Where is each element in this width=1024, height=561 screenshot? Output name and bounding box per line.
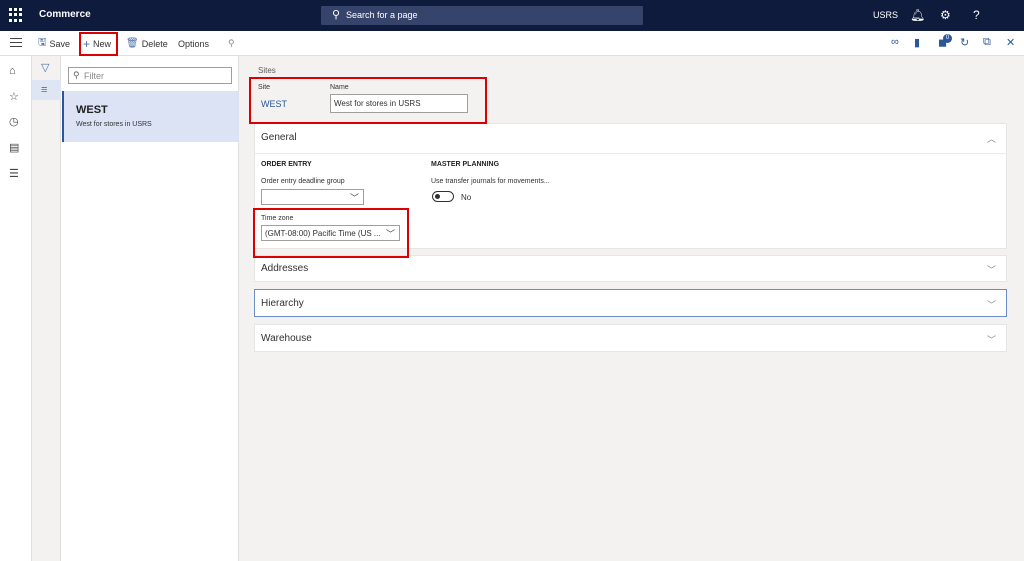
chevron-down-icon: ﹀ xyxy=(349,193,359,203)
close-icon[interactable]: ✕ xyxy=(1006,36,1015,49)
search-box[interactable]: ⚲ Search for a page xyxy=(321,6,643,25)
highlight-time-zone xyxy=(253,208,409,258)
workspace-icon[interactable]: ▤ xyxy=(9,141,19,154)
highlight-site-header xyxy=(249,77,487,124)
order-entry-heading: ORDER ENTRY xyxy=(261,161,312,168)
link-icon[interactable]: ∞ xyxy=(891,36,899,48)
general-divider xyxy=(255,153,1006,154)
save-button[interactable]: 🖫 Save xyxy=(38,31,70,56)
chevron-down-icon: ﹀ xyxy=(986,335,996,345)
options-label: Options xyxy=(178,38,210,49)
open-new-window-icon[interactable]: ⧉ xyxy=(983,36,991,49)
help-icon[interactable]: ? xyxy=(973,7,980,23)
transfer-journals-toggle[interactable] xyxy=(432,191,454,202)
transfer-journals-value: No xyxy=(461,193,472,202)
hierarchy-title: Hierarchy xyxy=(261,298,304,309)
chevron-down-icon: ﹀ xyxy=(986,265,996,275)
office-icon[interactable]: ▮ xyxy=(914,36,920,49)
chevron-down-icon: ﹀ xyxy=(986,300,996,310)
notification-count-badge: 0 xyxy=(943,34,952,43)
list-item-title: WEST xyxy=(76,104,108,116)
gear-icon[interactable]: ⚙ xyxy=(940,7,951,23)
list-pane: ⚲ Filter WEST West for stores in USRS xyxy=(62,56,239,561)
master-planning-heading: MASTER PLANNING xyxy=(431,161,500,168)
highlight-new-button xyxy=(79,32,118,56)
list-tools: ▽ ≡ xyxy=(32,56,61,561)
filter-placeholder: Filter xyxy=(84,71,104,81)
left-nav: ⌂ ☆ ◷ ▤ ☰ xyxy=(0,56,32,561)
app-name[interactable]: Commerce xyxy=(39,9,91,20)
transfer-journals-label: Use transfer journals for movements... xyxy=(431,178,550,185)
general-title[interactable]: General xyxy=(261,132,297,143)
warehouse-section[interactable]: Warehouse ﹀ xyxy=(254,324,1007,352)
list-view-icon[interactable]: ≡ xyxy=(41,84,47,96)
toggle-knob xyxy=(435,194,440,199)
bell-icon[interactable]: 🔔︎ xyxy=(910,7,925,23)
action-search-icon[interactable]: ⚲ xyxy=(228,31,235,56)
filter-search-icon: ⚲ xyxy=(73,70,80,80)
action-bar: 🖫 Save + New 🗑︎ Delete Options ⚲ ∞ ▮ ◼ 0… xyxy=(0,31,1024,56)
delete-label: Delete xyxy=(141,38,168,49)
star-icon[interactable]: ☆ xyxy=(9,90,19,103)
filter-icon[interactable]: ▽ xyxy=(41,61,49,74)
top-bar: Commerce ⚲ Search for a page USRS 🔔︎ ⚙ ? xyxy=(0,0,1024,31)
modules-list-icon[interactable]: ☰ xyxy=(9,167,19,180)
save-label: Save xyxy=(49,38,71,49)
search-placeholder: Search for a page xyxy=(346,10,418,20)
clock-icon[interactable]: ◷ xyxy=(9,115,19,128)
addresses-title: Addresses xyxy=(261,263,309,274)
hamburger-icon[interactable] xyxy=(10,38,22,50)
chevron-up-icon[interactable]: ︿ xyxy=(987,132,996,145)
main-content: Sites Site Name WEST West for stores in … xyxy=(239,56,1024,561)
company-picker[interactable]: USRS xyxy=(873,10,898,20)
addresses-section[interactable]: Addresses ﹀ xyxy=(254,255,1007,282)
trash-icon: 🗑︎ xyxy=(126,38,139,49)
filter-input[interactable]: ⚲ Filter xyxy=(68,67,232,84)
deadline-group-select[interactable]: ﹀ xyxy=(261,189,364,205)
app-launcher-icon[interactable] xyxy=(9,8,23,22)
refresh-icon[interactable]: ↻ xyxy=(960,36,969,49)
list-item[interactable]: WEST West for stores in USRS xyxy=(62,91,239,142)
delete-button[interactable]: 🗑︎ Delete xyxy=(126,31,168,56)
breadcrumb: Sites xyxy=(258,66,276,75)
deadline-group-label: Order entry deadline group xyxy=(261,178,345,185)
options-button[interactable]: Options xyxy=(178,31,209,56)
home-icon[interactable]: ⌂ xyxy=(9,65,16,77)
warehouse-title: Warehouse xyxy=(261,333,312,344)
hierarchy-section[interactable]: Hierarchy ﹀ xyxy=(254,289,1007,317)
search-icon: ⚲ xyxy=(332,9,341,21)
list-item-subtitle: West for stores in USRS xyxy=(76,121,152,128)
save-icon: 🖫 xyxy=(38,37,47,48)
